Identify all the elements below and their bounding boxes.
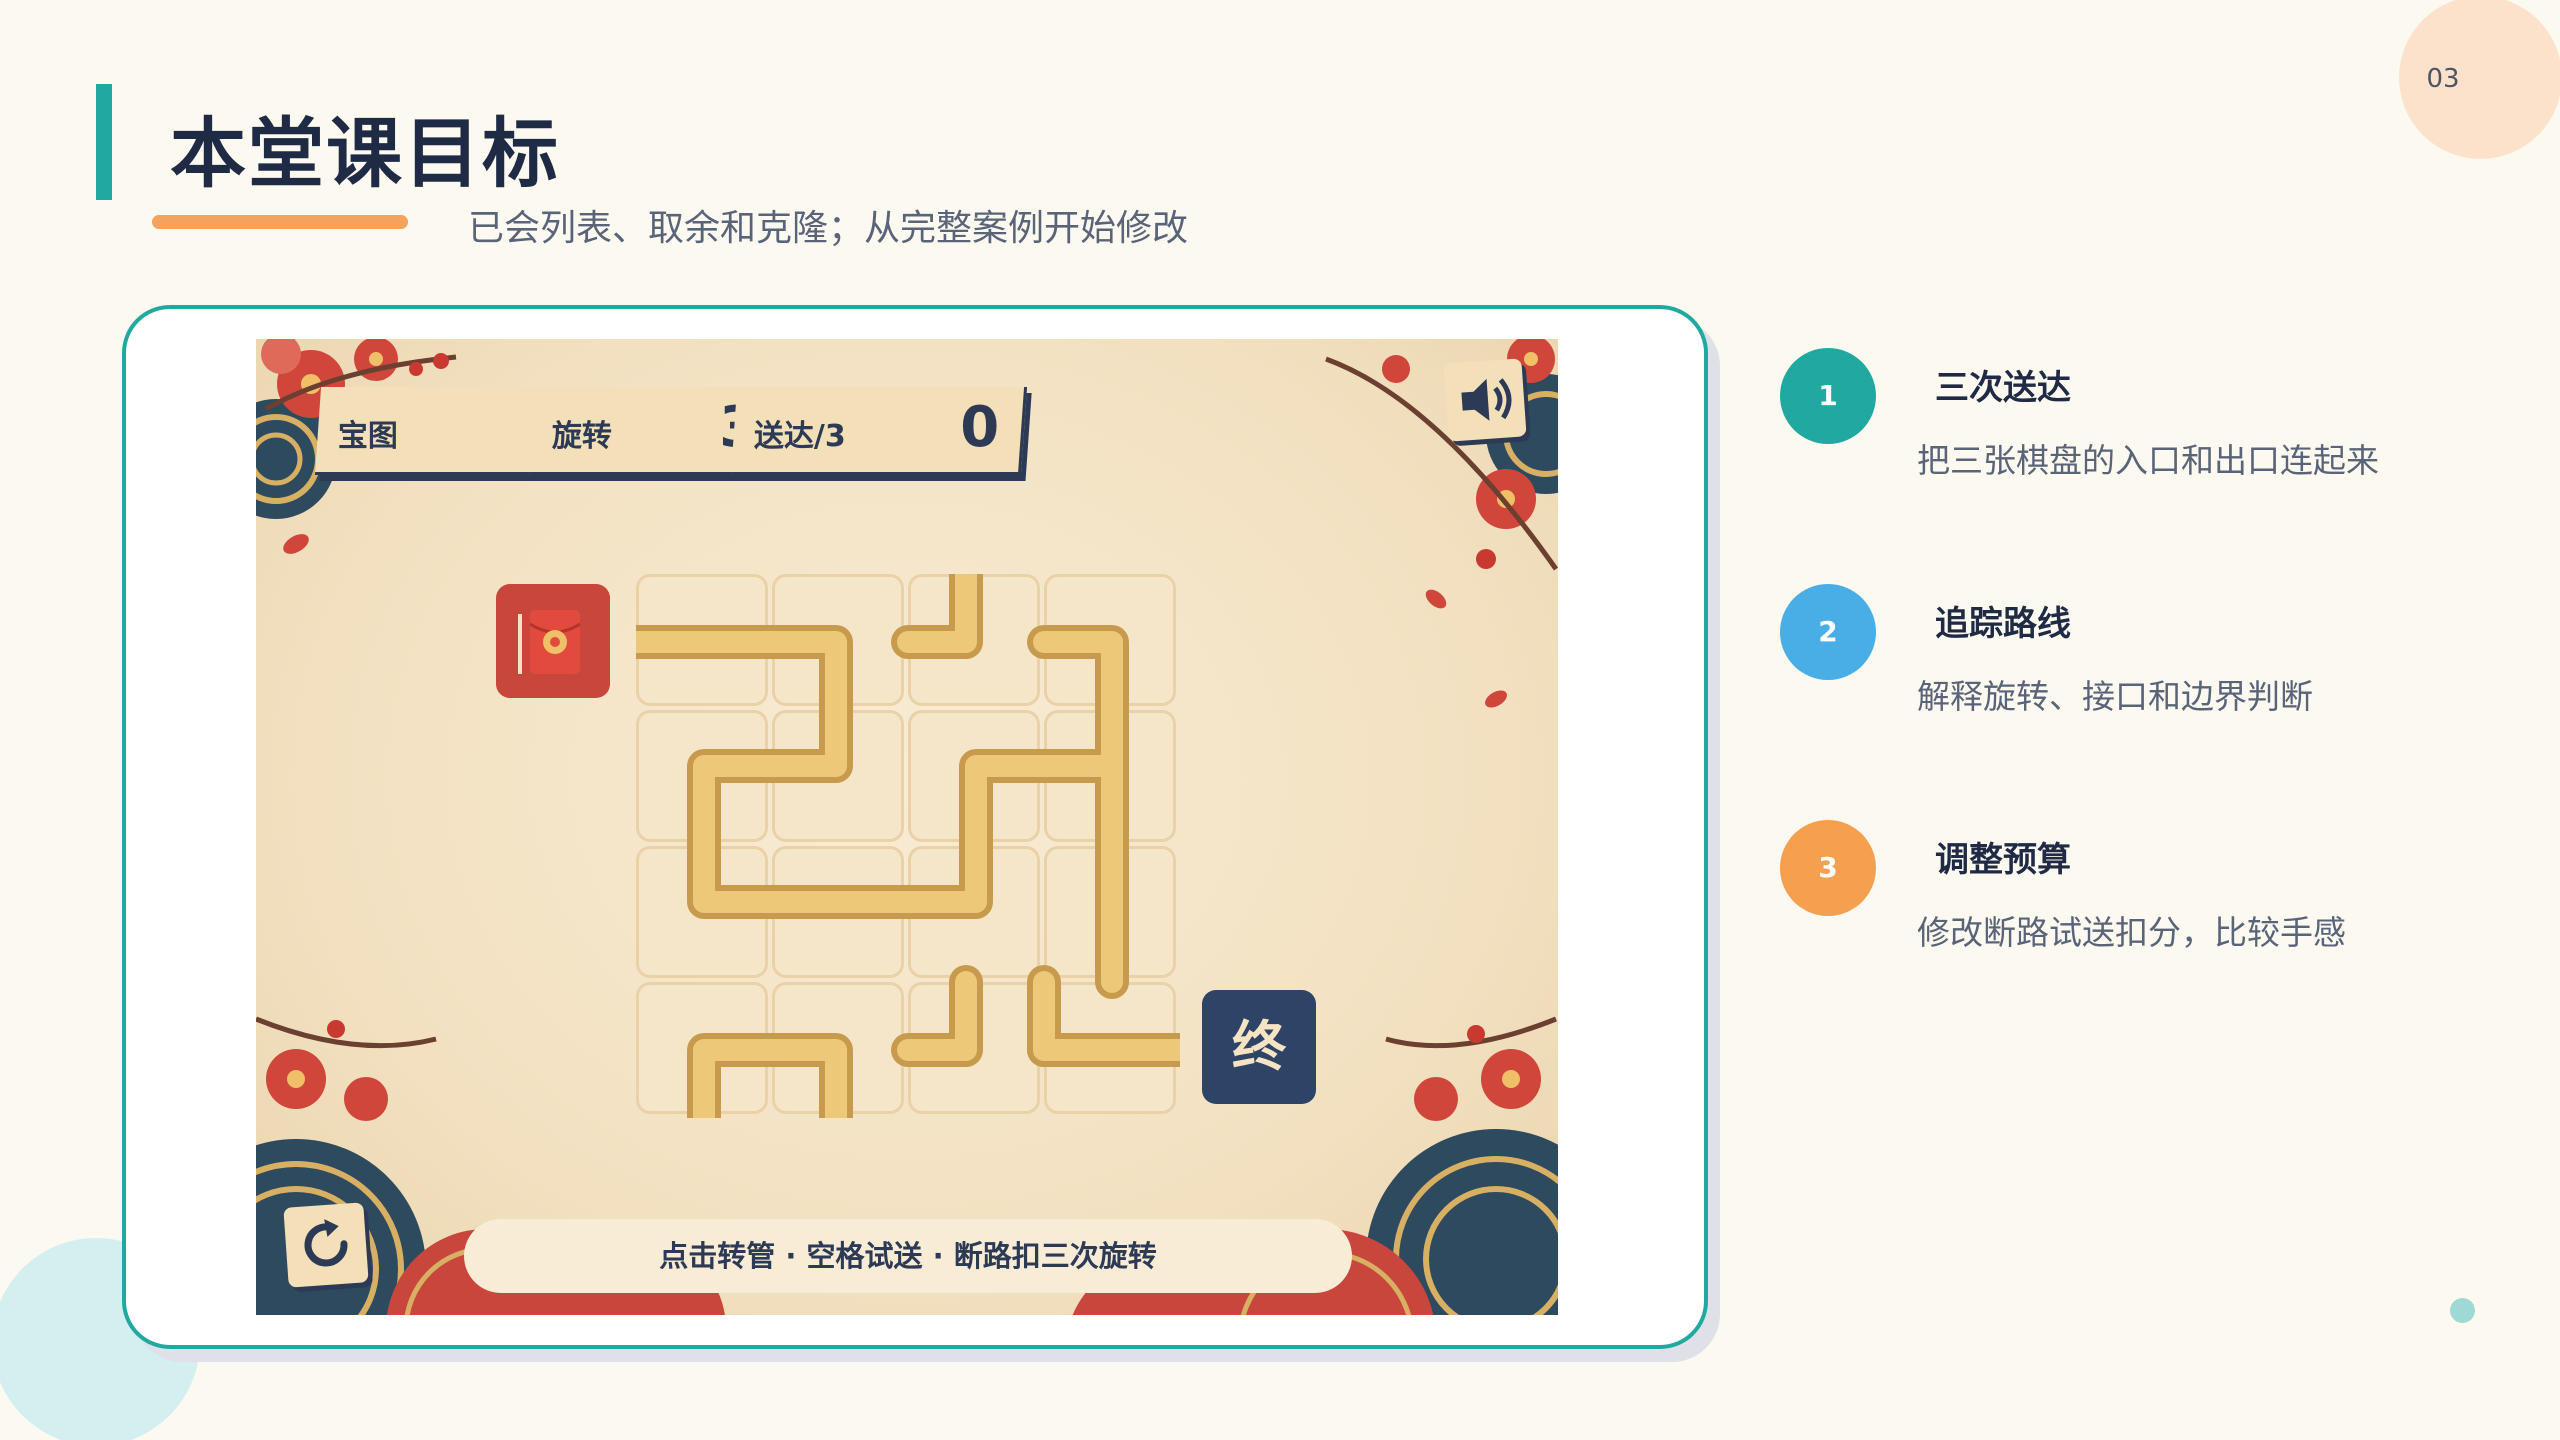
pipe-tile[interactable]	[772, 982, 904, 1114]
goal-title: 三次送达	[1935, 368, 2071, 408]
pipe-tile[interactable]	[636, 982, 768, 1114]
game-screenshot: 宝图 1 旋转 33 送达/3 0	[256, 339, 1558, 1315]
pipe-tile[interactable]	[636, 574, 768, 706]
pipe-tile[interactable]	[772, 846, 904, 978]
goal-number-badge: 2	[1780, 584, 1876, 680]
pipe-grid	[636, 574, 1180, 1118]
restart-icon	[304, 1219, 348, 1267]
pipe-tile[interactable]	[908, 574, 1040, 706]
goal-description: 把三张棋盘的入口和出口连起来	[1917, 441, 2379, 480]
title-accent-bar	[96, 84, 112, 200]
red-envelope-icon	[518, 610, 581, 674]
speaker-icon	[1461, 378, 1512, 421]
pipe-tile[interactable]	[908, 710, 1040, 842]
goal-number-badge: 1	[1780, 348, 1876, 444]
goal-number-badge: 3	[1780, 820, 1876, 916]
hint-bar: 点击转管 · 空格试送 · 断路扣三次旋转	[464, 1219, 1352, 1293]
pipe-tile[interactable]	[772, 710, 904, 842]
goal-title: 调整预算	[1935, 840, 2071, 880]
decor-dot	[2450, 1298, 2475, 1323]
goal-title: 追踪路线	[1935, 604, 2071, 644]
pipe-tile[interactable]	[772, 574, 904, 706]
hud-label: 送达/3	[753, 419, 846, 454]
pipe-tile[interactable]	[1044, 982, 1176, 1114]
pipe-tile[interactable]	[1044, 710, 1176, 842]
hud-label: 旋转	[551, 419, 612, 454]
pipe-tile[interactable]	[1044, 574, 1176, 706]
pipe-tile[interactable]	[636, 710, 768, 842]
page-subtitle: 已会列表、取余和克隆；从完整案例开始修改	[468, 208, 1189, 249]
pipe-tile[interactable]	[908, 982, 1040, 1114]
pipe-tile[interactable]	[1044, 846, 1176, 978]
sound-button[interactable]	[1443, 358, 1527, 442]
goal-description: 解释旋转、接口和边界判断	[1917, 677, 2313, 716]
restart-button[interactable]	[283, 1202, 369, 1288]
goal-description: 修改断路试送扣分，比较手感	[1917, 913, 2346, 952]
title-underline	[152, 215, 408, 229]
pipe-tile[interactable]	[636, 846, 768, 978]
page-number: 03	[2426, 64, 2460, 94]
hud-panel-delivered: 送达/3 0	[730, 387, 1028, 475]
page-title: 本堂课目标	[170, 109, 560, 198]
hud-label: 宝图	[337, 419, 398, 454]
end-tile: 终	[1202, 990, 1316, 1104]
hud-value: 0	[960, 395, 1000, 460]
pipe-tile[interactable]	[908, 846, 1040, 978]
start-tile	[496, 584, 610, 698]
